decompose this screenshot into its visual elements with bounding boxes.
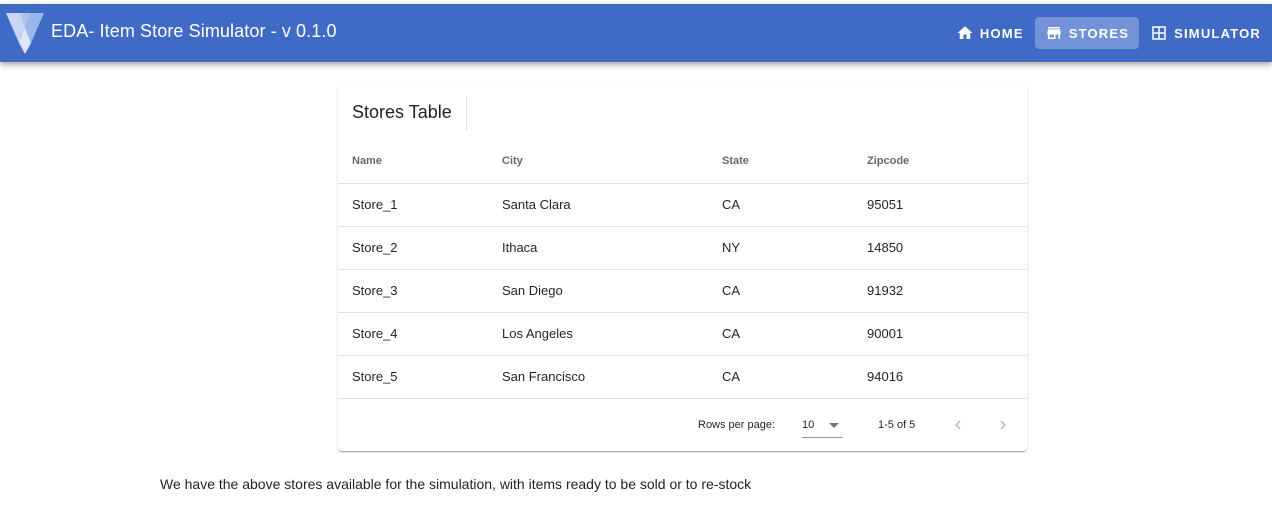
rows-per-page-select[interactable]: 10 <box>802 412 843 438</box>
card-title: Stores Table <box>352 102 452 122</box>
cell-zipcode: 94016 <box>867 355 1027 399</box>
cell-city: Santa Clara <box>502 183 722 227</box>
title-divider <box>466 96 467 130</box>
previous-page-button[interactable] <box>946 413 970 437</box>
store-icon <box>1046 27 1061 39</box>
cell-name: Store_5 <box>338 355 502 399</box>
cell-state: CA <box>722 183 867 227</box>
nav-home-label: HOME <box>979 25 1024 41</box>
cell-zipcode: 14850 <box>867 226 1027 270</box>
cell-state: NY <box>722 226 867 270</box>
cell-city: San Diego <box>502 269 722 313</box>
table-row[interactable]: Store_5 San Francisco CA 94016 <box>338 355 1027 399</box>
table-row[interactable]: Store_3 San Diego CA 91932 <box>338 269 1027 313</box>
cell-state: CA <box>722 355 867 399</box>
nav-home-button[interactable]: HOME <box>948 17 1032 49</box>
chevron-down-icon <box>829 423 839 428</box>
column-header-zipcode[interactable]: Zipcode <box>867 140 1027 184</box>
cell-name: Store_2 <box>338 226 502 270</box>
rows-per-page-label: Rows per page: <box>698 419 776 431</box>
column-header-city[interactable]: City <box>502 140 722 184</box>
app-bar: EDA- Item Store Simulator - v 0.1.0 HOME… <box>0 4 1272 62</box>
cell-name: Store_4 <box>338 312 502 356</box>
vuetify-logo-icon[interactable] <box>6 13 44 54</box>
table-row[interactable]: Store_4 Los Angeles CA 90001 <box>338 312 1027 356</box>
cell-zipcode: 90001 <box>867 312 1027 356</box>
table-row[interactable]: Store_1 Santa Clara CA 95051 <box>338 183 1027 227</box>
rows-per-page-value: 10 <box>802 419 815 431</box>
cell-name: Store_3 <box>338 269 502 313</box>
table-icon <box>1152 26 1166 40</box>
stores-table-card: Stores Table Name City State Zipcode Sto… <box>338 84 1027 451</box>
nav-stores-label: STORES <box>1068 25 1130 41</box>
nav-simulator-button[interactable]: SIMULATOR <box>1142 17 1269 49</box>
cell-city: San Francisco <box>502 355 722 399</box>
chevron-left-icon <box>955 420 961 430</box>
cell-zipcode: 95051 <box>867 183 1027 227</box>
home-icon <box>957 26 973 39</box>
column-header-state[interactable]: State <box>722 140 867 184</box>
cell-state: CA <box>722 312 867 356</box>
nav-simulator-label: SIMULATOR <box>1174 25 1261 41</box>
cell-name: Store_1 <box>338 183 502 227</box>
cell-city: Los Angeles <box>502 312 722 356</box>
stores-table: Name City State Zipcode Store_1 Santa Cl… <box>338 140 1027 399</box>
table-footer: Rows per page: 10 1-5 of 5 <box>338 400 1027 451</box>
next-page-button[interactable] <box>991 413 1015 437</box>
column-header-name[interactable]: Name <box>338 140 502 184</box>
nav-stores-button[interactable]: STORES <box>1034 17 1140 49</box>
page-caption: We have the above stores available for t… <box>160 476 752 492</box>
cell-zipcode: 91932 <box>867 269 1027 313</box>
top-nav: HOME STORES SIMULATOR <box>948 17 1269 49</box>
app-title: EDA- Item Store Simulator - v 0.1.0 <box>51 21 337 41</box>
cell-state: CA <box>722 269 867 313</box>
pagination-range: 1-5 of 5 <box>878 419 916 431</box>
table-header-row: Name City State Zipcode <box>338 140 1027 184</box>
table-row[interactable]: Store_2 Ithaca NY 14850 <box>338 226 1027 270</box>
cell-city: Ithaca <box>502 226 722 270</box>
chevron-right-icon <box>1000 420 1006 430</box>
